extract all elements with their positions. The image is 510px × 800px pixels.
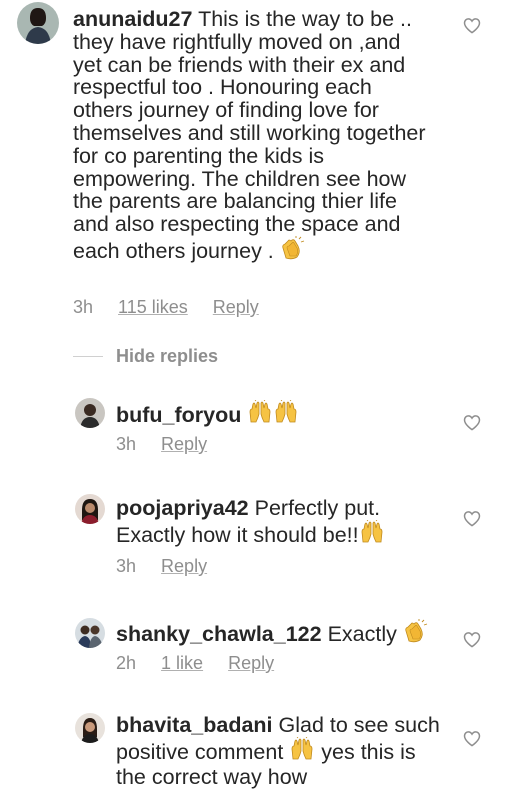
- comment-meta: 3h 115 likes Reply: [73, 297, 259, 318]
- hide-replies-divider: [73, 356, 103, 357]
- avatar[interactable]: [75, 618, 105, 648]
- reply-likes-link[interactable]: 1 like: [161, 653, 203, 674]
- reply-username[interactable]: bufu_foryou: [116, 403, 241, 427]
- heart-icon[interactable]: [463, 414, 481, 431]
- reply-text: shanky_chawla_122 Exactly: [116, 619, 446, 648]
- raising-hands-emoji: [247, 400, 299, 429]
- comment-likes-link[interactable]: 115 likes: [118, 297, 188, 318]
- avatar[interactable]: [75, 713, 105, 743]
- reply-text: bufu_foryou: [116, 400, 446, 429]
- reply-username[interactable]: bhavita_badani: [116, 713, 273, 737]
- reply-body: Exactly: [327, 622, 397, 646]
- reply-meta: 2h 1 like Reply: [116, 653, 274, 674]
- reply-meta: 3h Reply: [116, 434, 207, 455]
- comment-body: This is the way to be .. they have right…: [73, 7, 426, 263]
- reply-time: 2h: [116, 653, 137, 673]
- reply-username[interactable]: shanky_chawla_122: [116, 622, 322, 646]
- heart-icon[interactable]: [463, 17, 481, 34]
- reply-meta: 3h Reply: [116, 556, 207, 577]
- reply-time: 3h: [116, 556, 137, 576]
- reply-text: bhavita_badani Glad to see such positive…: [116, 714, 446, 788]
- reply-reply-button[interactable]: Reply: [161, 556, 207, 577]
- heart-icon[interactable]: [463, 730, 481, 747]
- comment-username[interactable]: anunaidu27: [73, 7, 192, 31]
- raising-hands-emoji: [359, 520, 385, 549]
- avatar[interactable]: [75, 494, 105, 524]
- raising-hands-emoji: [289, 737, 315, 766]
- heart-icon[interactable]: [463, 510, 481, 527]
- avatar[interactable]: [17, 2, 59, 44]
- avatar[interactable]: [75, 398, 105, 428]
- heart-icon[interactable]: [463, 631, 481, 648]
- reply-username[interactable]: poojapriya42: [116, 496, 249, 520]
- comment-time: 3h: [73, 297, 94, 317]
- hide-replies-button[interactable]: Hide replies: [116, 346, 218, 367]
- clapping-hands-emoji: [403, 619, 429, 648]
- comment-reply-button[interactable]: Reply: [213, 297, 259, 318]
- reply-reply-button[interactable]: Reply: [161, 434, 207, 455]
- reply-time: 3h: [116, 434, 137, 454]
- comment-text: anunaidu27 This is the way to be .. they…: [73, 8, 433, 265]
- reply-reply-button[interactable]: Reply: [228, 653, 274, 674]
- reply-text: poojapriya42 Perfectly put. Exactly how …: [116, 497, 446, 549]
- clapping-hands-emoji: [280, 236, 306, 265]
